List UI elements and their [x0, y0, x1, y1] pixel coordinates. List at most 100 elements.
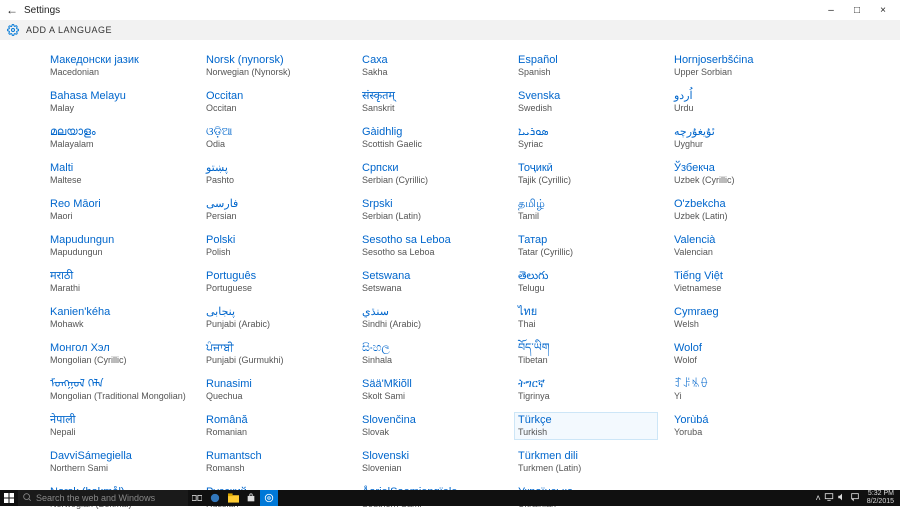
language-item[interactable]: Tiếng ViệtVietnamese	[670, 268, 814, 296]
language-item[interactable]: HornjoserbšćinaUpper Sorbian	[670, 52, 814, 80]
language-item[interactable]: MaltiMaltese	[46, 160, 190, 188]
tray-chevron-icon[interactable]: ˄	[815, 493, 820, 503]
language-item[interactable]	[0, 52, 34, 56]
language-item[interactable]: සිංහලSinhala	[358, 340, 502, 368]
language-english-name: Macedonian	[50, 67, 186, 78]
language-item[interactable]: DavviSámegiellaNorthern Sami	[46, 448, 190, 476]
language-item[interactable]: O'zbekchaUzbek (Latin)	[670, 196, 814, 224]
language-item[interactable]: తెలుగుTelugu	[514, 268, 658, 296]
language-item[interactable]: தமிழ்Tamil	[514, 196, 658, 224]
language-item[interactable]: ਪੰਜਾਬੀPunjabi (Gurmukhi)	[202, 340, 346, 368]
language-item[interactable]: OccitanOccitan	[202, 88, 346, 116]
settings-taskbar-icon[interactable]	[260, 490, 278, 506]
language-item[interactable]	[0, 162, 34, 166]
language-item[interactable]	[0, 186, 34, 190]
language-item[interactable]: WolofWolof	[670, 340, 814, 368]
language-item[interactable]: li	[0, 101, 34, 118]
language-item[interactable]	[0, 150, 34, 154]
language-item[interactable]: PortuguêsPortuguese	[202, 268, 346, 296]
language-item[interactable]: ئۇيغۇرچەUyghur	[670, 124, 814, 152]
language-item[interactable]: മലയാളംMalayalam	[46, 124, 190, 152]
language-item[interactable]	[0, 235, 34, 239]
language-item[interactable]: Türkmen diliTurkmen (Latin)	[514, 448, 658, 476]
back-button[interactable]: ←	[4, 3, 20, 17]
language-item[interactable]: Sámegiella	[0, 247, 34, 264]
language-english-name: Skolt Sami	[362, 391, 498, 402]
store-icon[interactable]	[242, 490, 260, 506]
language-item[interactable]: TürkçeTurkish	[514, 412, 658, 440]
language-item[interactable]: پښتوPashto	[202, 160, 346, 188]
taskbar: Search the web and Windows ˄ 5:32 PM 8/2…	[0, 490, 900, 506]
language-item[interactable]: RunasimiQuechua	[202, 376, 346, 404]
language-item[interactable]: uergeschurgish	[0, 272, 34, 300]
language-item[interactable]: SvenskaSwedish	[514, 88, 658, 116]
language-item[interactable]: ТатарTatar (Cyrillic)	[514, 232, 658, 260]
network-icon[interactable]	[824, 492, 834, 504]
language-item[interactable]: MapudungunMapudungun	[46, 232, 190, 260]
language-item[interactable]	[0, 138, 34, 142]
language-item[interactable]: SrpskiSerbian (Latin)	[358, 196, 502, 224]
language-item[interactable]: ଓଡ଼ିଆOdia	[202, 124, 346, 152]
language-item[interactable]	[0, 198, 34, 202]
language-english-name: Norwegian (Nynorsk)	[206, 67, 342, 78]
edge-icon[interactable]	[206, 490, 224, 506]
file-explorer-icon[interactable]	[224, 490, 242, 506]
language-item[interactable]: Sää'Mk̆iõllSkolt Sami	[358, 376, 502, 404]
language-item[interactable]: Kanien'kéhaMohawk	[46, 304, 190, 332]
language-item[interactable]: EspañolSpanish	[514, 52, 658, 80]
language-item[interactable]: ЎзбекчаUzbek (Cyrillic)	[670, 160, 814, 188]
language-item[interactable]: YorùbáYoruba	[670, 412, 814, 440]
language-item[interactable]: मराठीMarathi	[46, 268, 190, 296]
language-item[interactable]: wanda	[0, 76, 34, 93]
minimize-button[interactable]: –	[818, 5, 844, 16]
language-item[interactable]	[0, 174, 34, 178]
language-native-name: संस्कृतम्	[362, 90, 498, 103]
language-item[interactable]: СахаSakha	[358, 52, 502, 80]
taskbar-clock[interactable]: 5:32 PM 8/2/2015	[863, 490, 898, 506]
language-item[interactable]: ТоҷикӣTajik (Cyrillic)	[514, 160, 658, 188]
system-tray[interactable]: ˄ 5:32 PM 8/2/2015	[815, 490, 900, 506]
language-item[interactable]	[0, 126, 34, 130]
language-item[interactable]: SetswanaSetswana	[358, 268, 502, 296]
language-item[interactable]: SlovenčinaSlovak	[358, 412, 502, 440]
start-button[interactable]	[0, 490, 18, 506]
language-item[interactable]: ܣܘܪܝܝܐSyriac	[514, 124, 658, 152]
volume-icon[interactable]	[837, 492, 847, 504]
language-item[interactable]: ValenciàValencian	[670, 232, 814, 260]
language-native-name: ܣܘܪܝܝܐ	[518, 126, 654, 139]
language-item[interactable]: اُردوUrdu	[670, 88, 814, 116]
language-item[interactable]: erbšćina	[0, 210, 34, 227]
language-item[interactable]: Reo MāoriMaori	[46, 196, 190, 224]
language-english-name: Maori	[50, 211, 186, 222]
language-native-name: Türkmen dili	[518, 450, 654, 463]
maximize-button[interactable]: □	[844, 5, 870, 16]
language-item[interactable]: Монгол ХэлMongolian (Cyrillic)	[46, 340, 190, 368]
language-item[interactable]: संस्कृतम्Sanskrit	[358, 88, 502, 116]
notifications-icon[interactable]	[850, 492, 860, 504]
language-item[interactable]: Sesotho sa LeboaSesotho sa Leboa	[358, 232, 502, 260]
language-item[interactable]: پنجابیPunjabi (Arabic)	[202, 304, 346, 332]
language-item[interactable]: СрпскиSerbian (Cyrillic)	[358, 160, 502, 188]
language-item[interactable]: RomânăRomanian	[202, 412, 346, 440]
language-item[interactable]: PolskiPolish	[202, 232, 346, 260]
language-item[interactable]: ไทยThai	[514, 304, 658, 332]
language-item[interactable]: SlovenskiSlovenian	[358, 448, 502, 476]
language-item[interactable]: RumantschRomansh	[202, 448, 346, 476]
language-item[interactable]: فارسىPersian	[202, 196, 346, 224]
language-item[interactable]: GàidhligScottish Gaelic	[358, 124, 502, 152]
language-item[interactable]: ትግርኛTigrinya	[514, 376, 658, 404]
language-native-name: Occitan	[206, 90, 342, 103]
language-item[interactable]: ᠮᠣᠩᠭᠣᠯ ᠬᠡᠯᠡMongolian (Traditional Mongol…	[46, 376, 190, 404]
language-item[interactable]	[0, 64, 34, 68]
language-item[interactable]: سنڌيSindhi (Arabic)	[358, 304, 502, 332]
language-item[interactable]: ꆈꌠꁱꂷYi	[670, 376, 814, 404]
close-button[interactable]: ×	[870, 5, 896, 16]
language-item[interactable]: Bahasa MelayuMalay	[46, 88, 190, 116]
language-item[interactable]: Norsk (nynorsk)Norwegian (Nynorsk)	[202, 52, 346, 80]
language-item[interactable]: བོད་ཡིགTibetan	[514, 340, 658, 368]
task-view-icon[interactable]	[188, 490, 206, 506]
language-item[interactable]: Македонски јазикMacedonian	[46, 52, 190, 80]
taskbar-search[interactable]: Search the web and Windows	[18, 490, 188, 506]
language-item[interactable]: नेपालीNepali	[46, 412, 190, 440]
language-item[interactable]: CymraegWelsh	[670, 304, 814, 332]
